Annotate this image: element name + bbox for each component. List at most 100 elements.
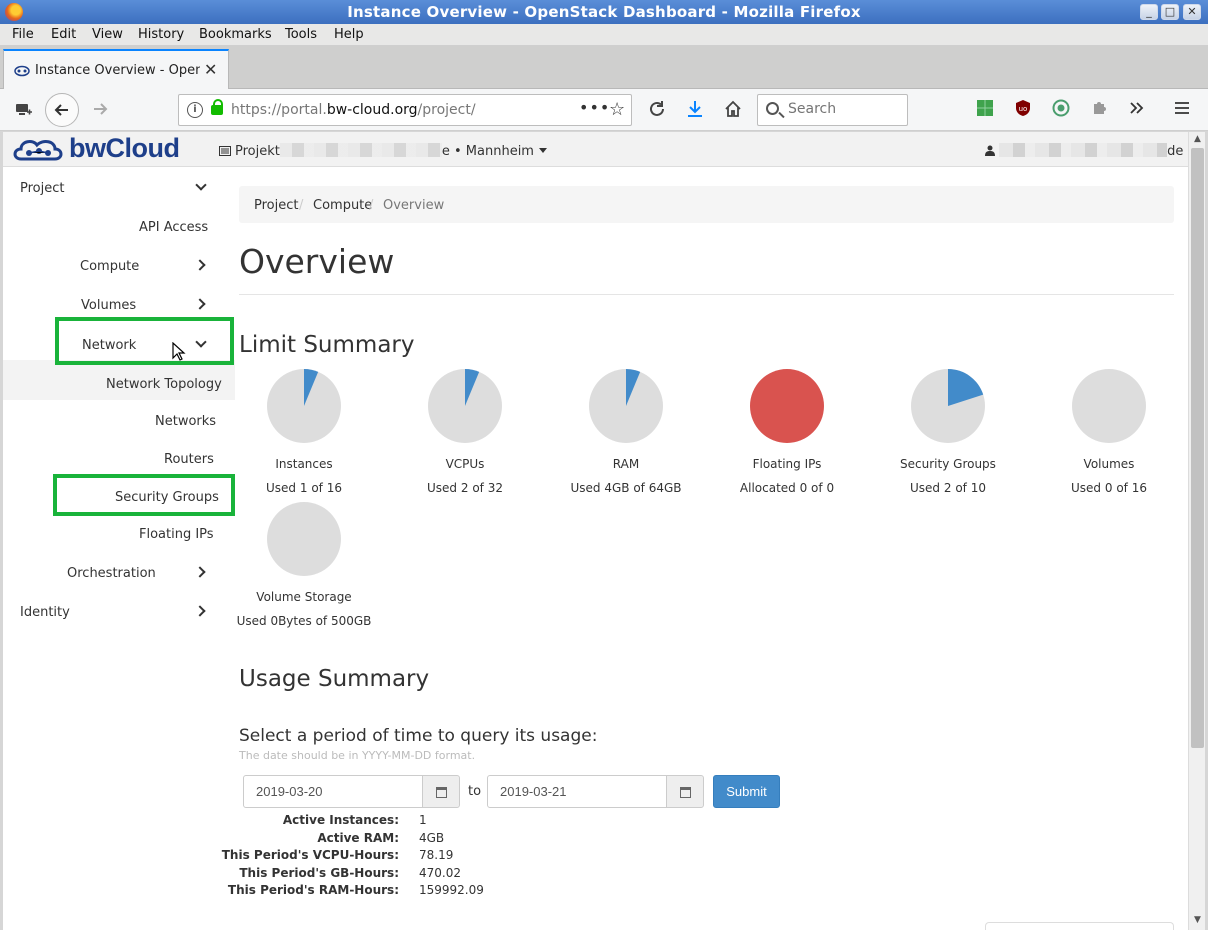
scroll-up-icon[interactable]: ▲ (1191, 133, 1204, 146)
url-bar[interactable]: i https://portal.bw-cloud.org/project/ •… (178, 94, 632, 126)
stat-value: 470.02 (419, 865, 461, 880)
pie-label: Floating IPs (752, 457, 822, 471)
breadcrumb-compute[interactable]: Compute (313, 198, 372, 213)
logo-text: bwCloud (69, 133, 180, 163)
usage-summary-heading: Usage Summary (239, 666, 430, 692)
sidebar-item-network-topology[interactable]: Network Topology (106, 377, 222, 392)
breadcrumb-overview: Overview (383, 198, 445, 213)
navigation-toolbar: i https://portal.bw-cloud.org/project/ •… (0, 89, 1208, 131)
tab-strip: Instance Overview - OpenStack Dashboard … (0, 46, 1208, 89)
sidebar-item-routers[interactable]: Routers (164, 452, 214, 467)
stat-value: 4GB (419, 830, 445, 845)
stat-key: Active Instances: (282, 813, 399, 827)
pie-chart (911, 369, 985, 443)
calendar-icon[interactable] (666, 775, 704, 808)
bookmark-star-icon[interactable]: ☆ (609, 99, 625, 120)
submit-button[interactable]: Submit (713, 775, 780, 808)
stat-key: Active RAM: (317, 830, 399, 845)
breadcrumb-project[interactable]: Project (254, 198, 298, 213)
pie-chart (589, 369, 663, 443)
sidebar-item-floating-ips[interactable]: Floating IPs (139, 527, 214, 542)
menu-file[interactable]: File (12, 27, 34, 42)
project-selector[interactable]: Projekt e • Mannheim (219, 143, 547, 159)
highlight-box-network (55, 317, 234, 365)
back-button[interactable] (45, 93, 79, 127)
menu-tools[interactable]: Tools (285, 27, 317, 42)
maximize-button[interactable]: □ (1161, 4, 1179, 20)
reload-icon[interactable] (646, 99, 668, 121)
pie-label: Volume Storage (256, 590, 352, 604)
page-scrollbar[interactable]: ▲ ▼ (1188, 132, 1205, 930)
menu-view[interactable]: View (92, 27, 123, 42)
forward-button[interactable] (89, 99, 111, 121)
chevron-right-icon[interactable] (194, 566, 206, 578)
pie-chart (428, 369, 502, 443)
dashboard-topbar: bwCloud Projekt e • Mannheim de (3, 132, 1188, 167)
pie-chart (267, 502, 341, 576)
tab-instance-overview[interactable]: Instance Overview - OpenStack Dashboard … (3, 49, 229, 89)
page-actions-icon[interactable]: ••• (579, 98, 610, 117)
end-date-input[interactable] (487, 775, 667, 808)
limit-summary-heading: Limit Summary (239, 332, 415, 358)
pie-usage-text: Used 2 of 32 (427, 481, 503, 495)
chevron-down-icon[interactable] (195, 179, 207, 191)
close-window-button[interactable]: ✕ (1183, 4, 1201, 20)
pie-usage-text: Used 0 of 16 (1071, 481, 1147, 495)
chevron-right-icon[interactable] (194, 605, 206, 617)
search-input[interactable] (788, 101, 898, 117)
home-icon[interactable] (722, 99, 744, 121)
pie-usage-text: Used 1 of 16 (266, 481, 342, 495)
sidebar-item-networks[interactable]: Networks (155, 414, 216, 429)
extension-circle-icon[interactable] (1050, 99, 1072, 121)
chevron-right-icon[interactable] (194, 259, 206, 271)
secure-lock-icon (211, 99, 223, 115)
hamburger-menu-icon[interactable] (1171, 99, 1193, 121)
sidebar-item-orchestration[interactable]: Orchestration (67, 566, 156, 581)
sidebar-item-project[interactable]: Project (20, 181, 64, 196)
period-label: Select a period of time to query its usa… (239, 726, 598, 746)
calendar-icon[interactable] (422, 775, 460, 808)
extension-green-icon[interactable] (974, 99, 996, 121)
window-titlebar: Instance Overview - OpenStack Dashboard … (0, 0, 1208, 24)
start-date-input[interactable] (243, 775, 423, 808)
bwcloud-logo[interactable]: bwCloud (13, 133, 198, 165)
sidebar-item-identity[interactable]: Identity (20, 605, 70, 620)
pie-usage-text: Used 2 of 10 (910, 481, 986, 495)
ublock-icon[interactable]: uo (1012, 99, 1034, 121)
menu-history[interactable]: History (138, 27, 184, 42)
minimize-button[interactable]: _ (1140, 4, 1158, 20)
scrollbar-thumb[interactable] (1191, 148, 1204, 748)
pie-usage-text: Used 4GB of 64GB (570, 481, 682, 495)
site-info-icon[interactable]: i (187, 102, 203, 118)
stat-value: 1 (419, 813, 427, 827)
breadcrumb: Project / Compute / Overview (239, 186, 1174, 223)
menu-edit[interactable]: Edit (51, 27, 76, 42)
menu-help[interactable]: Help (334, 27, 364, 42)
search-bar[interactable] (757, 94, 908, 126)
pie-label: VCPUs (445, 457, 485, 471)
sidebar-item-api-access[interactable]: API Access (139, 220, 208, 235)
overflow-menu-icon[interactable] (1126, 99, 1148, 121)
scroll-down-icon[interactable]: ▼ (1191, 914, 1204, 927)
menubar: File Edit View History Bookmarks Tools H… (0, 24, 1208, 46)
to-label: to (468, 784, 482, 799)
page-title: Overview (239, 242, 395, 281)
pie-chart-item: RAM Used 4GB of 64GB (551, 368, 701, 495)
pie-chart-item: Security Groups Used 2 of 10 (873, 368, 1023, 495)
user-icon (985, 145, 995, 156)
sidebar-item-volumes[interactable]: Volumes (81, 298, 136, 313)
tab-close-icon[interactable]: ✕ (204, 60, 217, 79)
url-text[interactable]: https://portal.bw-cloud.org/project/ (231, 102, 476, 118)
pie-chart-item: VCPUs Used 2 of 32 (390, 368, 540, 495)
bwcloud-favicon-icon (14, 65, 30, 77)
cloud-logo-icon (13, 140, 63, 161)
extension-puzzle-icon[interactable] (1088, 99, 1110, 121)
pie-free-slice (267, 502, 341, 576)
stat-key: This Period's GB-Hours: (239, 865, 399, 880)
user-menu[interactable]: de (985, 143, 1188, 159)
sidebar-toggle-icon[interactable] (12, 99, 34, 121)
downloads-icon[interactable] (684, 99, 706, 121)
chevron-right-icon[interactable] (194, 298, 206, 310)
menu-bookmarks[interactable]: Bookmarks (199, 27, 272, 42)
sidebar-item-compute[interactable]: Compute (80, 259, 139, 274)
